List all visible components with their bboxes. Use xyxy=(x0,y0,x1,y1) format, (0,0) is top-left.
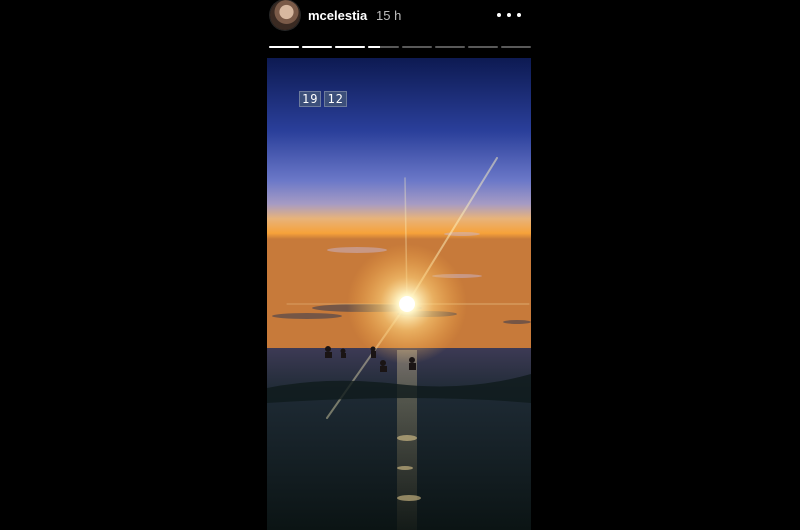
progress-fill xyxy=(269,46,300,48)
story-progress-bar xyxy=(269,46,531,49)
progress-segment xyxy=(335,46,366,48)
timestamp-sticker: 19 12 xyxy=(299,91,347,107)
progress-segment xyxy=(368,46,399,48)
progress-fill xyxy=(368,46,381,48)
progress-segment xyxy=(434,46,465,48)
progress-segment xyxy=(401,46,432,48)
story-viewer[interactable]: mcelestia 15 h 19 12 xyxy=(267,0,531,530)
progress-segment xyxy=(302,46,333,48)
progress-segment xyxy=(269,46,300,48)
avatar[interactable] xyxy=(270,0,300,30)
timestamp-hours: 19 xyxy=(299,91,322,107)
story-time-ago: 15 h xyxy=(376,8,402,23)
story-header: mcelestia 15 h xyxy=(267,0,531,40)
username[interactable]: mcelestia xyxy=(308,8,367,23)
story-photo[interactable]: 19 12 xyxy=(267,58,531,530)
progress-fill xyxy=(335,46,366,48)
progress-segment xyxy=(500,46,531,48)
more-options-icon[interactable] xyxy=(497,8,521,22)
progress-segment xyxy=(467,46,498,48)
timestamp-minutes: 12 xyxy=(324,91,347,107)
sunset-image xyxy=(267,58,531,530)
progress-fill xyxy=(302,46,333,48)
